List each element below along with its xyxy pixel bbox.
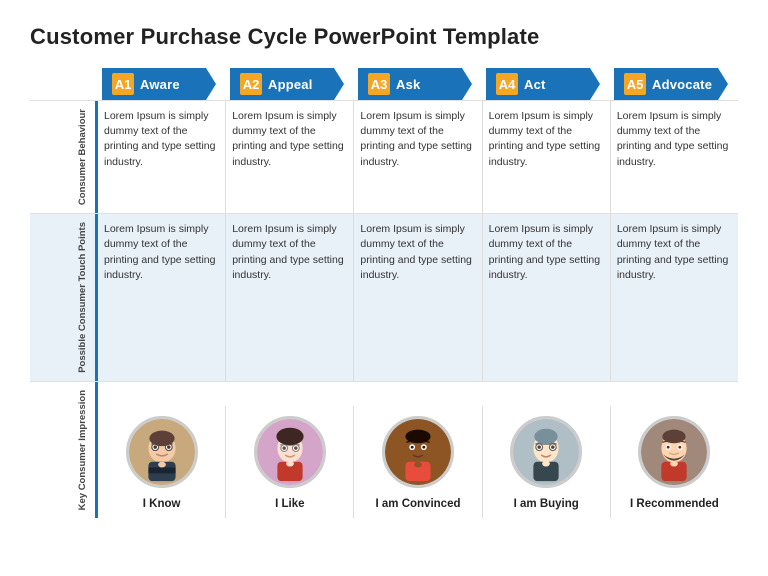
impression-label-4: I Recommended [630,498,719,510]
header-cols: A1 Aware A2 Appeal A3 Ask A4 Act A5 Advocate [98,68,738,100]
header-col-a3: A3 Ask [354,68,482,100]
section-cols-touch-points: Lorem Ipsum is simply dummy text of the … [98,214,738,381]
cycle-table: A1 Aware A2 Appeal A3 Ask A4 Act A5 Advocate Cons… [30,68,738,518]
impression-cell-0: I Know [98,406,225,518]
header-col-a2: A2 Appeal [226,68,354,100]
cell-touch-points-0: Lorem Ipsum is simply dummy text of the … [98,214,225,381]
arrow-body-a3: A3 Ask [358,68,472,100]
impression-row: Key Consumer Impression I Know I Like [30,381,738,518]
cell-consumer-behaviour-2: Lorem Ipsum is simply dummy text of the … [353,101,481,213]
cell-touch-points-1: Lorem Ipsum is simply dummy text of the … [225,214,353,381]
impression-cell-1: I Like [225,406,353,518]
impression-cell-3: I am Buying [482,406,610,518]
stage-label-a4: Act [524,77,546,92]
cell-touch-points-2: Lorem Ipsum is simply dummy text of the … [353,214,481,381]
page-title: Customer Purchase Cycle PowerPoint Templ… [30,24,738,50]
header-row: A1 Aware A2 Appeal A3 Ask A4 Act A5 Advocate [30,68,738,100]
arrow-banner-a5: A5 Advocate [614,68,728,100]
section-row-consumer-behaviour: Consumer Behaviour Lorem Ipsum is simply … [30,100,738,213]
arrow-banner-a4: A4 Act [486,68,600,100]
arrow-body-a4: A4 Act [486,68,600,100]
impression-row-label: Key Consumer Impression [30,382,98,518]
impression-label-1: I Like [275,498,304,510]
cell-consumer-behaviour-1: Lorem Ipsum is simply dummy text of the … [225,101,353,213]
impression-cell-4: I Recommended [610,406,738,518]
header-label-spacer [30,68,98,100]
header-col-a5: A5 Advocate [610,68,738,100]
avatar-1 [254,416,326,488]
section-label-consumer-behaviour: Consumer Behaviour [30,101,98,213]
avatar-2 [382,416,454,488]
stage-letter-a5: A5 [624,73,646,95]
cell-consumer-behaviour-3: Lorem Ipsum is simply dummy text of the … [482,101,610,213]
header-col-a4: A4 Act [482,68,610,100]
cell-consumer-behaviour-0: Lorem Ipsum is simply dummy text of the … [98,101,225,213]
stage-label-a1: Aware [140,77,180,92]
arrow-banner-a3: A3 Ask [358,68,472,100]
section-label-text-consumer-behaviour: Consumer Behaviour [77,109,89,205]
avatar-3 [510,416,582,488]
cell-touch-points-4: Lorem Ipsum is simply dummy text of the … [610,214,738,381]
section-row-touch-points: Possible Consumer Touch Points Lorem Ipsu… [30,213,738,381]
impression-cell-2: I am Convinced [353,406,481,518]
avatar-4 [638,416,710,488]
cell-consumer-behaviour-4: Lorem Ipsum is simply dummy text of the … [610,101,738,213]
cell-touch-points-3: Lorem Ipsum is simply dummy text of the … [482,214,610,381]
section-label-text-touch-points: Possible Consumer Touch Points [77,222,89,373]
stage-letter-a4: A4 [496,73,518,95]
arrow-banner-a2: A2 Appeal [230,68,344,100]
section-cols-consumer-behaviour: Lorem Ipsum is simply dummy text of the … [98,101,738,213]
header-col-a1: A1 Aware [98,68,226,100]
stage-letter-a3: A3 [368,73,390,95]
section-label-touch-points: Possible Consumer Touch Points [30,214,98,381]
arrow-body-a5: A5 Advocate [614,68,728,100]
stage-letter-a2: A2 [240,73,262,95]
avatar-0 [126,416,198,488]
impression-cols: I Know I Like I am Convinced [98,406,738,518]
section-rows: Consumer Behaviour Lorem Ipsum is simply … [30,100,738,381]
arrow-banner-a1: A1 Aware [102,68,216,100]
stage-label-a5: Advocate [652,77,712,92]
impression-label-2: I am Convinced [376,498,461,510]
impression-label-3: I am Buying [514,498,579,510]
arrow-body-a1: A1 Aware [102,68,216,100]
stage-label-a3: Ask [396,77,420,92]
impression-label-0: I Know [143,498,181,510]
stage-letter-a1: A1 [112,73,134,95]
stage-label-a2: Appeal [268,77,313,92]
arrow-body-a2: A2 Appeal [230,68,344,100]
